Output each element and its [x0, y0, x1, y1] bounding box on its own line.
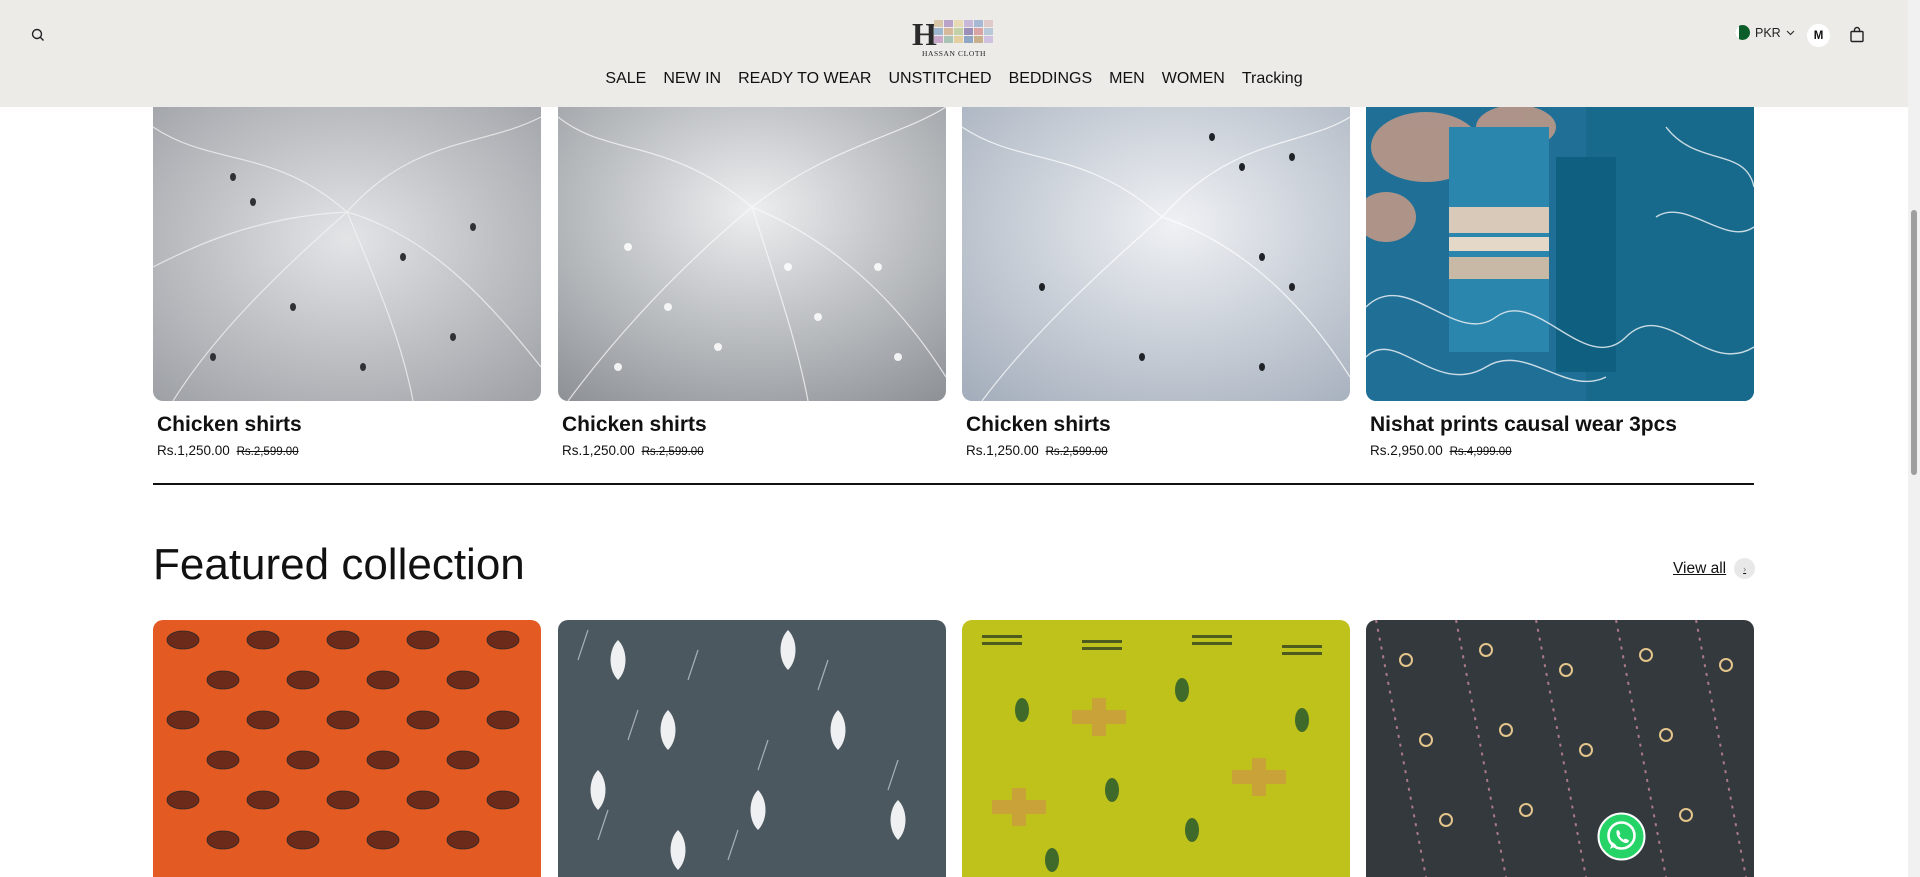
section-title: Featured collection	[153, 540, 525, 589]
main-nav: SALE NEW IN READY TO WEAR UNSTITCHED BED…	[0, 70, 1908, 88]
featured-product-image[interactable]	[153, 620, 541, 877]
product-price: Rs.1,250.00 Rs.2,599.00	[562, 443, 704, 458]
nav-item-new-in[interactable]: NEW IN	[663, 70, 721, 88]
section-divider	[153, 483, 1754, 485]
arrow-right-icon: ›	[1734, 558, 1756, 579]
compare-price: Rs.2,599.00	[1045, 446, 1108, 458]
featured-product-image[interactable]	[558, 620, 946, 877]
currency-selector[interactable]: PKR	[1735, 25, 1795, 40]
scrollbar-thumb[interactable]	[1911, 210, 1917, 475]
compare-price: Rs.4,999.00	[1449, 446, 1512, 458]
product-price: Rs.1,250.00 Rs.2,599.00	[157, 443, 299, 458]
product-name[interactable]: Chicken shirts	[157, 413, 302, 437]
product-image[interactable]	[962, 107, 1350, 401]
product-image[interactable]	[153, 107, 541, 401]
product-image[interactable]	[558, 107, 946, 401]
nav-item-ready-to-wear[interactable]: READY TO WEAR	[738, 70, 871, 88]
page-scrollbar[interactable]	[1908, 0, 1920, 877]
view-all-link[interactable]: View all ›	[1673, 558, 1756, 579]
account-avatar[interactable]: M	[1807, 24, 1830, 47]
site-header: H HASSAN CLOTH PKR M SALE NEW IN READY T…	[0, 0, 1908, 107]
nav-item-unstitched[interactable]: UNSTITCHED	[888, 70, 991, 88]
nav-item-women[interactable]: WOMEN	[1162, 70, 1225, 88]
currency-label: PKR	[1755, 25, 1781, 40]
featured-product-image[interactable]	[962, 620, 1350, 877]
nav-item-tracking[interactable]: Tracking	[1242, 70, 1303, 88]
product-name[interactable]: Chicken shirts	[562, 413, 707, 437]
product-image[interactable]	[1366, 107, 1754, 401]
nav-item-sale[interactable]: SALE	[605, 70, 646, 88]
product-name[interactable]: Nishat prints causal wear 3pcs	[1370, 413, 1677, 437]
chevron-down-icon	[1786, 30, 1795, 36]
logo-mosaic-icon	[934, 20, 993, 43]
pakistan-flag-icon	[1735, 25, 1750, 40]
sale-price: Rs.2,950.00	[1370, 443, 1443, 458]
product-price: Rs.2,950.00 Rs.4,999.00	[1370, 443, 1512, 458]
whatsapp-icon[interactable]	[1597, 812, 1646, 861]
sale-price: Rs.1,250.00	[157, 443, 230, 458]
sale-price: Rs.1,250.00	[562, 443, 635, 458]
nav-item-beddings[interactable]: BEDDINGS	[1009, 70, 1093, 88]
compare-price: Rs.2,599.00	[641, 446, 704, 458]
featured-product-image[interactable]	[1366, 620, 1754, 877]
product-name[interactable]: Chicken shirts	[966, 413, 1111, 437]
site-logo[interactable]: H HASSAN CLOTH	[912, 18, 996, 58]
product-price: Rs.1,250.00 Rs.2,599.00	[966, 443, 1108, 458]
sale-price: Rs.1,250.00	[966, 443, 1039, 458]
compare-price: Rs.2,599.00	[236, 446, 299, 458]
search-icon[interactable]	[30, 27, 46, 43]
nav-item-men[interactable]: MEN	[1109, 70, 1145, 88]
view-all-label: View all	[1673, 559, 1727, 577]
logo-name: HASSAN CLOTH	[921, 49, 987, 58]
cart-icon[interactable]	[1848, 26, 1866, 44]
